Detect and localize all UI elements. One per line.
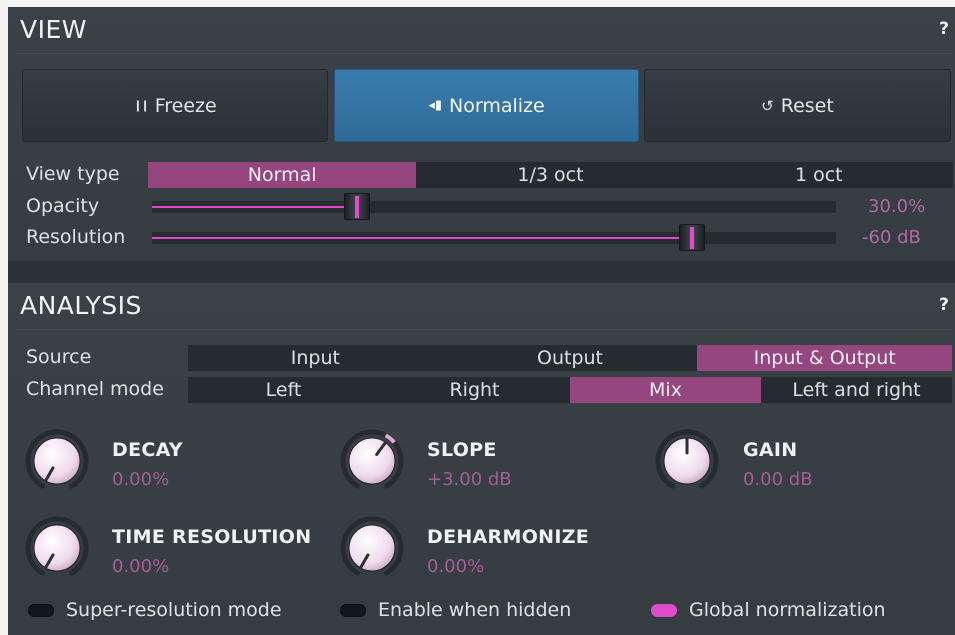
deharmonize-value: 0.00%	[427, 556, 485, 577]
reset-label: Reset	[780, 94, 834, 117]
channel-option-mix[interactable]: Mix	[570, 377, 761, 403]
enable-when-hidden-toggle[interactable]: Enable when hidden	[340, 599, 571, 621]
analysis-title-divider	[16, 329, 951, 330]
enable-when-hidden-label: Enable when hidden	[378, 599, 572, 621]
time-resolution-knob[interactable]	[24, 515, 90, 581]
source-option-input[interactable]: Input	[188, 345, 443, 371]
source-label: Source	[26, 346, 92, 368]
opacity-slider-handle[interactable]	[344, 193, 371, 220]
view-type-selector: Normal 1/3 oct 1 oct	[148, 162, 953, 188]
resolution-slider-fill	[152, 237, 693, 239]
analysis-section-title: ANALYSIS	[20, 291, 142, 320]
global-normalization-toggle[interactable]: Global normalization	[651, 599, 886, 621]
channel-option-left-and-right[interactable]: Left and right	[761, 377, 952, 403]
source-option-input-output[interactable]: Input & Output	[697, 345, 953, 371]
panel-separator	[8, 261, 955, 283]
view-type-option-third-oct[interactable]: 1/3 oct	[416, 162, 684, 188]
analysis-help-button[interactable]: ?	[939, 295, 949, 315]
resolution-slider-handle[interactable]	[679, 224, 706, 251]
super-resolution-label: Super-resolution mode	[66, 599, 282, 621]
global-normalization-label: Global normalization	[689, 599, 886, 621]
decay-value: 0.00%	[112, 469, 170, 490]
channel-option-right[interactable]: Right	[379, 377, 570, 403]
deharmonize-name: DEHARMONIZE	[427, 526, 590, 548]
opacity-label: Opacity	[26, 195, 100, 217]
view-type-label: View type	[26, 163, 120, 185]
channel-mode-label: Channel mode	[26, 378, 164, 400]
normalize-label: Normalize	[449, 94, 545, 117]
knob-body	[33, 437, 81, 485]
time-resolution-value: 0.00%	[112, 556, 170, 577]
slope-value: +3.00 dB	[427, 469, 512, 490]
decay-knob[interactable]	[24, 428, 90, 494]
analysis-panel: ANALYSIS ? Source Input Output Input & O…	[8, 283, 955, 635]
slope-knob[interactable]	[339, 428, 405, 494]
deharmonize-knob[interactable]	[339, 515, 405, 581]
freeze-label: Freeze	[154, 94, 217, 117]
decay-name: DECAY	[112, 439, 183, 461]
time-resolution-name: TIME RESOLUTION	[112, 526, 312, 548]
gain-name: GAIN	[743, 439, 798, 461]
resolution-slider[interactable]	[152, 224, 836, 251]
gain-value: 0.00 dB	[743, 469, 813, 490]
view-section-title: VIEW	[20, 15, 87, 44]
opacity-value: 30.0%	[868, 196, 926, 217]
reset-icon: ↺	[761, 96, 774, 115]
opacity-slider[interactable]	[152, 193, 836, 220]
view-panel: VIEW ? ❙❙ Freeze ◂▮ Normalize ↺ Reset Vi…	[8, 7, 955, 261]
slope-name: SLOPE	[427, 439, 497, 461]
view-type-option-normal[interactable]: Normal	[148, 162, 417, 188]
freeze-button[interactable]: ❙❙ Freeze	[22, 69, 328, 142]
enable-when-hidden-switch[interactable]	[340, 603, 366, 617]
gain-knob[interactable]	[654, 428, 720, 494]
view-type-option-oct[interactable]: 1 oct	[685, 162, 953, 188]
reset-button[interactable]: ↺ Reset	[644, 69, 951, 142]
pause-icon: ❙❙	[133, 99, 150, 112]
view-title-divider	[16, 53, 951, 54]
super-resolution-toggle[interactable]: Super-resolution mode	[28, 599, 282, 621]
normalize-button[interactable]: ◂▮ Normalize	[334, 69, 639, 142]
channel-option-left[interactable]: Left	[188, 377, 379, 403]
opacity-slider-fill	[152, 206, 358, 208]
channel-mode-selector: Left Right Mix Left and right	[188, 377, 952, 403]
knob-body	[348, 437, 396, 485]
normalize-icon: ◂▮	[428, 98, 442, 113]
resolution-value: -60 dB	[862, 227, 921, 248]
super-resolution-switch[interactable]	[28, 603, 54, 617]
global-normalization-switch[interactable]	[651, 603, 677, 617]
knob-body	[348, 524, 396, 572]
view-help-button[interactable]: ?	[939, 19, 949, 39]
source-option-output[interactable]: Output	[443, 345, 698, 371]
source-selector: Input Output Input & Output	[188, 345, 953, 371]
knob-body	[33, 524, 81, 572]
resolution-label: Resolution	[26, 226, 126, 248]
